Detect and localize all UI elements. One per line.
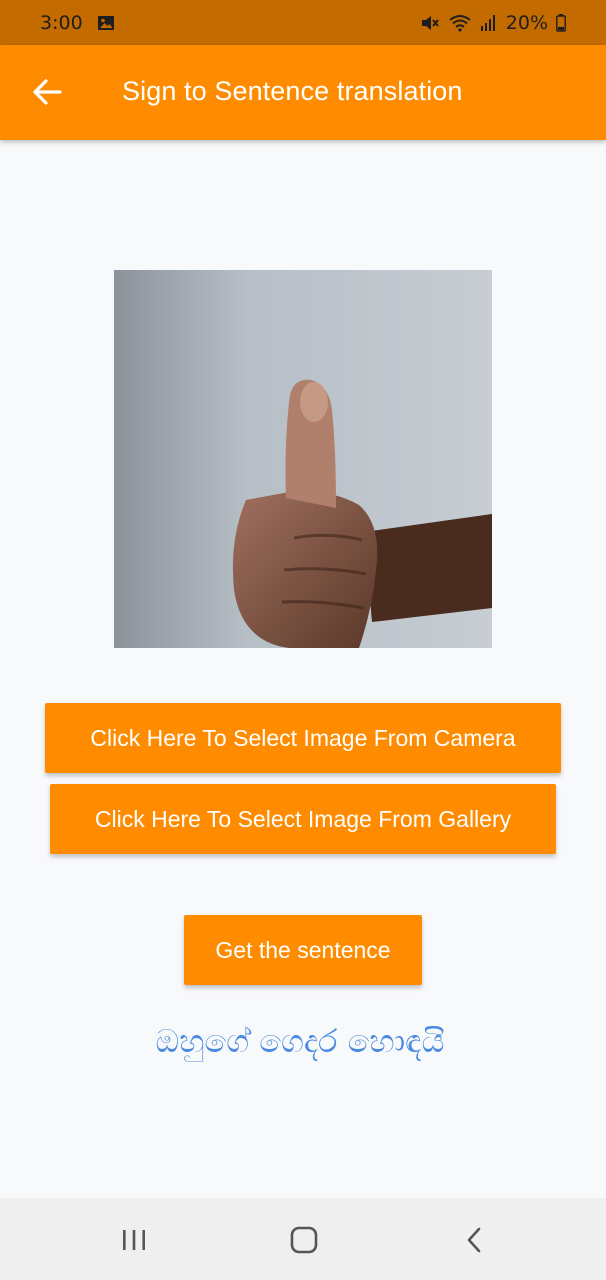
recents-icon [123, 1230, 145, 1250]
select-from-gallery-button[interactable]: Click Here To Select Image From Gallery [50, 784, 556, 854]
status-indicators: 20% [420, 12, 566, 34]
mute-icon [420, 14, 440, 32]
home-icon [290, 1226, 318, 1254]
image-notification-icon [97, 15, 115, 31]
system-navigation-bar [0, 1198, 606, 1280]
system-back-button[interactable] [454, 1224, 494, 1256]
battery-icon [556, 13, 566, 32]
get-sentence-button[interactable]: Get the sentence [184, 915, 422, 985]
back-button[interactable] [30, 77, 64, 107]
selected-image-preview [114, 270, 492, 648]
status-bar: 3:00 20% [0, 0, 606, 45]
status-time: 3:00 [40, 11, 83, 34]
home-button[interactable] [284, 1224, 324, 1256]
battery-percent: 20% [505, 11, 548, 34]
translation-result: ඔහුගේ ගෙදර හොඳයි [155, 1022, 445, 1060]
arrow-left-icon [33, 79, 62, 105]
page-title: Sign to Sentence translation [122, 76, 463, 106]
wifi-icon [448, 14, 472, 32]
select-from-camera-button[interactable]: Click Here To Select Image From Camera [45, 703, 561, 773]
app-bar: Sign to Sentence translation [0, 45, 606, 140]
back-chevron-icon [467, 1227, 481, 1253]
signal-icon [480, 14, 498, 32]
recents-button[interactable] [114, 1224, 154, 1256]
